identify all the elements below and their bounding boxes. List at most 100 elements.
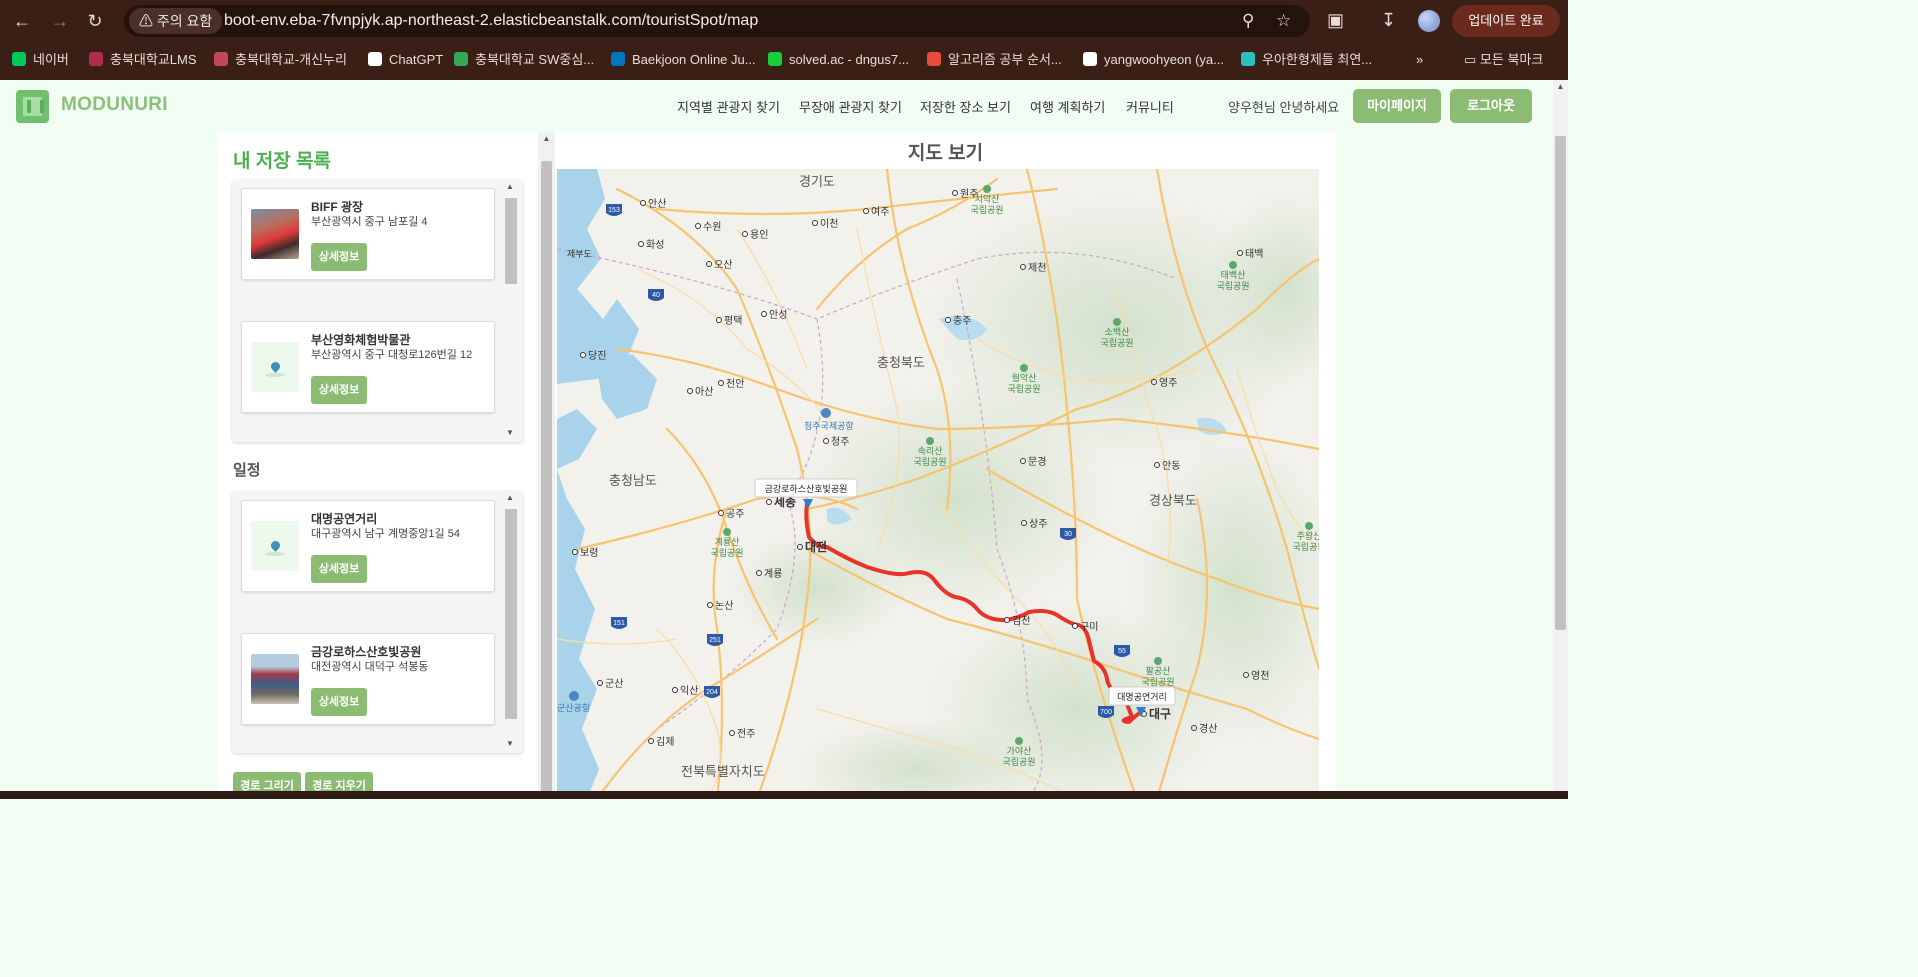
bookmark-item[interactable]: 알고리즘 공부 순서...: [927, 50, 1062, 70]
svg-text:대전: 대전: [805, 539, 827, 554]
bookmark-item[interactable]: yangwoohyeon (ya...: [1083, 50, 1224, 70]
security-warning-chip[interactable]: ⚠ 주의 요함: [129, 8, 223, 34]
saved-list-title: 내 저장 목록: [233, 151, 331, 172]
address-bar[interactable]: ⚠ 주의 요함 boot-env.eba-7fvnpjyk.ap-northea…: [124, 5, 1310, 37]
svg-text:영천: 영천: [1251, 670, 1269, 682]
map-canvas[interactable]: 153 40 151 251 204 30 55 700 경기도 충청북도 충청…: [557, 169, 1319, 799]
nav-community[interactable]: 커뮤니티: [1126, 97, 1174, 116]
bookmark-item[interactable]: solved.ac - dngus7...: [768, 50, 909, 70]
svg-text:속리산: 속리산: [918, 446, 943, 456]
svg-text:상주: 상주: [1029, 518, 1047, 530]
bookmark-label: Baekjoon Online Ju...: [632, 52, 756, 67]
bookmark-favicon-icon: [927, 52, 941, 66]
url-text[interactable]: boot-env.eba-7fvnpjyk.ap-northeast-2.ela…: [224, 5, 758, 37]
saved-item-card[interactable]: 부산영화체험박물관 부산광역시 중구 대청로126번길 12 상세정보: [241, 321, 495, 413]
schedule-item-card[interactable]: 금강로하스산호빛공원 대전광역시 대덕구 석봉동 상세정보: [241, 633, 495, 725]
svg-text:아산: 아산: [695, 386, 713, 398]
nav-region-spots[interactable]: 지역별 관광지 찾기: [677, 97, 780, 116]
detail-button[interactable]: 상세정보: [311, 555, 367, 583]
reload-icon[interactable]: ↻: [82, 8, 108, 34]
nav-accessible-spots[interactable]: 무장애 관광지 찾기: [799, 97, 902, 116]
svg-text:국립공원: 국립공원: [1216, 281, 1249, 291]
nav-trip-planning[interactable]: 여행 계획하기: [1030, 97, 1105, 116]
scroll-down-icon[interactable]: ▼: [503, 739, 517, 749]
svg-text:국립공원: 국립공원: [1002, 757, 1035, 767]
svg-text:안성: 안성: [769, 309, 787, 321]
svg-text:153: 153: [608, 207, 620, 214]
scroll-thumb[interactable]: [1555, 136, 1566, 630]
bookmark-item[interactable]: ChatGPT: [368, 50, 443, 70]
bookmark-favicon-icon: [214, 52, 228, 66]
svg-text:계룡: 계룡: [764, 568, 782, 580]
back-icon[interactable]: ←: [9, 8, 35, 34]
map-svg[interactable]: 153 40 151 251 204 30 55 700 경기도 충청북도 충청…: [557, 169, 1319, 799]
svg-text:수원: 수원: [703, 221, 721, 233]
page-scrollbar[interactable]: ▲: [1553, 80, 1568, 799]
detail-button[interactable]: 상세정보: [311, 376, 367, 404]
svg-text:김천: 김천: [1012, 615, 1030, 627]
nav-saved-places[interactable]: 저장한 장소 보기: [920, 97, 1011, 116]
left-panel-scrollbar[interactable]: ▲: [538, 132, 555, 799]
all-bookmarks-folder[interactable]: ▭ 모든 북마크: [1464, 50, 1543, 70]
detail-button[interactable]: 상세정보: [311, 688, 367, 716]
bookmark-label: 우아한형제들 최연...: [1262, 52, 1373, 67]
mypage-button[interactable]: 마이페이지: [1353, 89, 1441, 123]
scroll-up-icon[interactable]: ▲: [538, 132, 555, 146]
download-icon[interactable]: ↧: [1381, 10, 1396, 31]
schedule-item-card[interactable]: 대명공연거리 대구광역시 남구 계명중앙1길 54 상세정보: [241, 500, 495, 592]
scroll-thumb[interactable]: [541, 161, 552, 799]
svg-text:문경: 문경: [1028, 455, 1046, 468]
map-panel: 지도 보기 153 40 151 251 204 30 55 700 경기도 충…: [555, 132, 1336, 799]
scroll-thumb[interactable]: [505, 198, 517, 284]
saved-item-card[interactable]: BIFF 광장 부산광역시 중구 남포길 4 상세정보: [241, 188, 495, 280]
detail-button[interactable]: 상세정보: [311, 243, 367, 271]
forward-icon[interactable]: →: [47, 8, 73, 34]
svg-text:국립공원: 국립공원: [1141, 677, 1174, 687]
bookmark-favicon-icon: [1083, 52, 1097, 66]
svg-text:경상북도: 경상북도: [1149, 493, 1197, 508]
island-label: 제부도: [567, 249, 592, 259]
logo-icon[interactable]: [16, 90, 49, 123]
place-address: 대전광역시 대덕구 석봉동: [311, 661, 429, 673]
bookmark-item[interactable]: 네이버: [12, 50, 69, 70]
profile-avatar[interactable]: [1418, 10, 1440, 32]
bookmark-item[interactable]: 우아한형제들 최연...: [1241, 50, 1372, 70]
bookmark-item[interactable]: 충북대학교 SW중심...: [454, 50, 594, 70]
svg-text:국립공원: 국립공원: [1007, 384, 1040, 394]
zoom-icon[interactable]: ⚲: [1242, 11, 1254, 31]
bookmark-item[interactable]: 충북대학교LMS: [89, 50, 197, 70]
svg-text:군산공항: 군산공항: [557, 703, 590, 713]
scroll-up-icon[interactable]: ▲: [503, 182, 517, 192]
svg-text:700: 700: [1100, 709, 1112, 716]
scroll-thumb[interactable]: [505, 509, 517, 719]
bookmark-item[interactable]: Baekjoon Online Ju...: [611, 50, 756, 70]
bookmark-label: yangwoohyeon (ya...: [1104, 52, 1224, 67]
bookmark-star-icon[interactable]: ☆: [1276, 11, 1291, 31]
svg-text:구미: 구미: [1080, 621, 1098, 633]
bookmark-favicon-icon: [12, 52, 26, 66]
update-button[interactable]: 업데이트 완료: [1452, 5, 1560, 37]
all-bookmarks-label: 모든 북마크: [1479, 52, 1544, 67]
scroll-up-icon[interactable]: ▲: [503, 493, 517, 503]
svg-text:금강로하스산호빛공원: 금강로하스산호빛공원: [765, 484, 848, 494]
logout-button[interactable]: 로그아웃: [1450, 89, 1532, 123]
svg-text:30: 30: [1064, 531, 1072, 538]
svg-text:공주: 공주: [726, 508, 744, 520]
svg-text:국립공원: 국립공원: [970, 205, 1003, 215]
bookmark-label: ChatGPT: [389, 52, 444, 67]
bookmark-favicon-icon: [611, 52, 625, 66]
bookmark-item[interactable]: 충북대학교-개신누리: [214, 50, 347, 70]
place-address: 부산광역시 중구 대청로126번길 12: [311, 349, 473, 361]
svg-text:이천: 이천: [820, 218, 838, 230]
schedule-list-scrollbar[interactable]: ▲ ▼: [503, 493, 517, 751]
scroll-up-icon[interactable]: ▲: [1553, 80, 1568, 94]
place-thumbnail: [251, 209, 299, 259]
bookmarks-overflow-icon[interactable]: »: [1416, 50, 1423, 70]
svg-text:군산: 군산: [605, 678, 623, 690]
svg-text:경산: 경산: [1199, 722, 1217, 735]
svg-text:전주: 전주: [737, 728, 755, 740]
extensions-icon[interactable]: ▣: [1327, 10, 1344, 31]
saved-list-scrollbar[interactable]: ▲ ▼: [503, 182, 517, 440]
scroll-down-icon[interactable]: ▼: [503, 428, 517, 438]
logo-text[interactable]: MODUNURI: [61, 94, 168, 116]
